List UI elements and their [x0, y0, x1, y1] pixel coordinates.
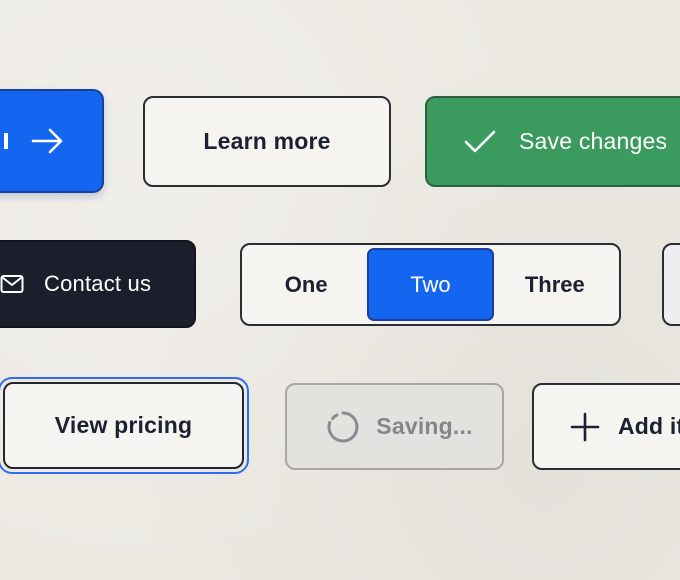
button-gallery: Learn more Save changes Contact us One T… [0, 0, 680, 580]
view-pricing-label: View pricing [54, 412, 193, 438]
add-item-button[interactable]: Add it [532, 383, 680, 470]
mail-icon [0, 274, 24, 294]
partial-button[interactable] [662, 243, 680, 326]
saving-button: Saving... [285, 383, 504, 470]
spinner-icon [326, 410, 360, 444]
add-item-label: Add it [618, 413, 680, 439]
save-changes-label: Save changes [519, 128, 668, 154]
segment-one[interactable]: One [245, 248, 367, 321]
contact-us-label: Contact us [44, 271, 152, 296]
focus-ring: View pricing [0, 377, 249, 474]
primary-arrow-button[interactable] [0, 89, 104, 193]
save-changes-button[interactable]: Save changes [425, 96, 680, 187]
edge-glyph-icon [4, 131, 10, 151]
view-pricing-button[interactable]: View pricing [3, 382, 244, 469]
saving-label: Saving... [376, 413, 473, 439]
segmented-control: One Two Three [240, 243, 621, 326]
contact-us-button[interactable]: Contact us [0, 240, 196, 328]
arrow-right-icon [30, 127, 66, 155]
segment-three[interactable]: Three [494, 248, 616, 321]
learn-more-button[interactable]: Learn more [143, 96, 391, 187]
plus-icon [570, 412, 600, 442]
segment-two[interactable]: Two [367, 248, 494, 321]
learn-more-label: Learn more [203, 128, 331, 154]
check-icon [463, 129, 497, 155]
